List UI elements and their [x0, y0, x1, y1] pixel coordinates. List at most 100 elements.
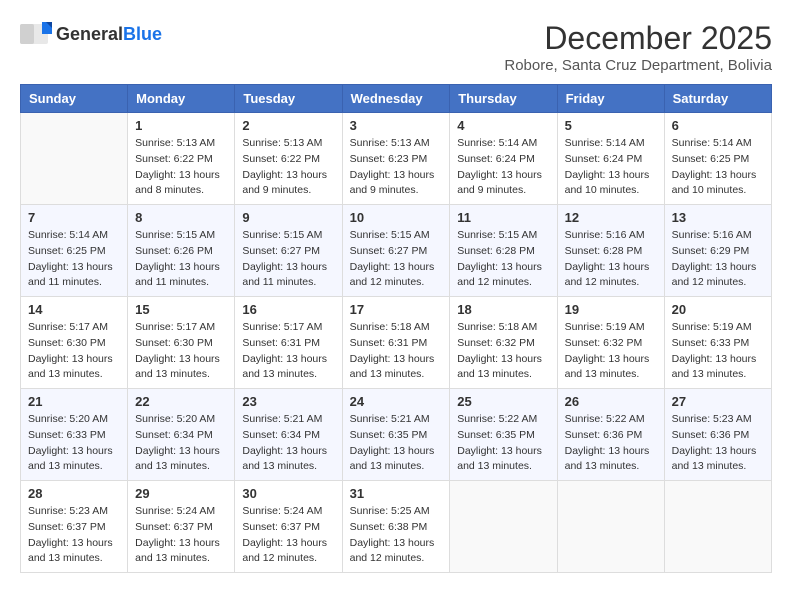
page-header: General Blue December 2025 Robore, Santa… — [20, 20, 772, 74]
day-info: Sunrise: 5:16 AMSunset: 6:29 PMDaylight:… — [672, 228, 764, 291]
day-number: 7 — [28, 210, 120, 225]
calendar-header-saturday: Saturday — [664, 85, 771, 113]
calendar-cell: 27 Sunrise: 5:23 AMSunset: 6:36 PMDayligh… — [664, 389, 771, 481]
month-title: December 2025 — [504, 20, 772, 57]
calendar-header-sunday: Sunday — [21, 85, 128, 113]
day-number: 14 — [28, 302, 120, 317]
day-info: Sunrise: 5:19 AMSunset: 6:32 PMDaylight:… — [565, 320, 657, 383]
calendar-cell: 30Sunrise: 5:24 AMSunset: 6:37 PMDayligh… — [235, 481, 342, 573]
day-info: Sunrise: 5:15 AMSunset: 6:26 PMDaylight:… — [135, 228, 227, 291]
calendar-cell: 2 Sunrise: 5:13 AMSunset: 6:22 PMDaylight… — [235, 113, 342, 205]
day-info: Sunrise: 5:18 AMSunset: 6:31 PMDaylight:… — [350, 320, 443, 383]
calendar-header-wednesday: Wednesday — [342, 85, 450, 113]
day-number: 13 — [672, 210, 764, 225]
day-info: Sunrise: 5:14 AMSunset: 6:24 PMDaylight:… — [457, 136, 549, 199]
day-info: Sunrise: 5:24 AMSunset: 6:37 PMDaylight:… — [135, 504, 227, 567]
logo-icon — [20, 20, 52, 48]
calendar-header-tuesday: Tuesday — [235, 85, 342, 113]
calendar-week-row: 1 Sunrise: 5:13 AMSunset: 6:22 PMDaylight… — [21, 113, 772, 205]
calendar-cell — [557, 481, 664, 573]
calendar-cell: 12Sunrise: 5:16 AMSunset: 6:28 PMDayligh… — [557, 205, 664, 297]
calendar-cell: 26 Sunrise: 5:22 AMSunset: 6:36 PMDayligh… — [557, 389, 664, 481]
calendar-cell: 11 Sunrise: 5:15 AMSunset: 6:28 PMDayligh… — [450, 205, 557, 297]
calendar-week-row: 21Sunrise: 5:20 AMSunset: 6:33 PMDayligh… — [21, 389, 772, 481]
day-number: 16 — [242, 302, 334, 317]
calendar-cell: 23Sunrise: 5:21 AMSunset: 6:34 PMDayligh… — [235, 389, 342, 481]
calendar-cell: 29 Sunrise: 5:24 AMSunset: 6:37 PMDayligh… — [128, 481, 235, 573]
day-number: 4 — [457, 118, 549, 133]
calendar-cell: 24 Sunrise: 5:21 AMSunset: 6:35 PMDayligh… — [342, 389, 450, 481]
calendar-header-thursday: Thursday — [450, 85, 557, 113]
day-number: 22 — [135, 394, 227, 409]
day-info: Sunrise: 5:23 AMSunset: 6:36 PMDaylight:… — [672, 412, 764, 475]
calendar-cell: 25Sunrise: 5:22 AMSunset: 6:35 PMDayligh… — [450, 389, 557, 481]
day-number: 20 — [672, 302, 764, 317]
calendar-cell: 19 Sunrise: 5:19 AMSunset: 6:32 PMDayligh… — [557, 297, 664, 389]
day-number: 27 — [672, 394, 764, 409]
day-number: 24 — [350, 394, 443, 409]
calendar-cell: 13 Sunrise: 5:16 AMSunset: 6:29 PMDayligh… — [664, 205, 771, 297]
day-info: Sunrise: 5:13 AMSunset: 6:22 PMDaylight:… — [135, 136, 227, 199]
day-number: 1 — [135, 118, 227, 133]
day-info: Sunrise: 5:14 AMSunset: 6:24 PMDaylight:… — [565, 136, 657, 199]
calendar-cell: 6 Sunrise: 5:14 AMSunset: 6:25 PMDaylight… — [664, 113, 771, 205]
calendar-cell: 10 Sunrise: 5:15 AMSunset: 6:27 PMDayligh… — [342, 205, 450, 297]
day-number: 15 — [135, 302, 227, 317]
day-number: 5 — [565, 118, 657, 133]
day-number: 10 — [350, 210, 443, 225]
calendar-cell: 31Sunrise: 5:25 AMSunset: 6:38 PMDayligh… — [342, 481, 450, 573]
day-info: Sunrise: 5:17 AMSunset: 6:30 PMDaylight:… — [28, 320, 120, 383]
calendar-body: 1 Sunrise: 5:13 AMSunset: 6:22 PMDaylight… — [21, 113, 772, 573]
day-info: Sunrise: 5:18 AMSunset: 6:32 PMDaylight:… — [457, 320, 549, 383]
day-number: 18 — [457, 302, 549, 317]
calendar-cell: 4 Sunrise: 5:14 AMSunset: 6:24 PMDaylight… — [450, 113, 557, 205]
day-number: 6 — [672, 118, 764, 133]
title-block: December 2025 Robore, Santa Cruz Departm… — [504, 20, 772, 74]
day-number: 26 — [565, 394, 657, 409]
calendar-header-friday: Friday — [557, 85, 664, 113]
calendar-header-monday: Monday — [128, 85, 235, 113]
day-info: Sunrise: 5:21 AMSunset: 6:34 PMDaylight:… — [242, 412, 334, 475]
day-info: Sunrise: 5:17 AMSunset: 6:30 PMDaylight:… — [135, 320, 227, 383]
day-number: 11 — [457, 210, 549, 225]
day-number: 29 — [135, 486, 227, 501]
calendar-cell: 1 Sunrise: 5:13 AMSunset: 6:22 PMDaylight… — [128, 113, 235, 205]
day-info: Sunrise: 5:17 AMSunset: 6:31 PMDaylight:… — [242, 320, 334, 383]
calendar-cell: 21Sunrise: 5:20 AMSunset: 6:33 PMDayligh… — [21, 389, 128, 481]
calendar-cell: 15 Sunrise: 5:17 AMSunset: 6:30 PMDayligh… — [128, 297, 235, 389]
day-number: 28 — [28, 486, 120, 501]
day-number: 19 — [565, 302, 657, 317]
day-info: Sunrise: 5:20 AMSunset: 6:34 PMDaylight:… — [135, 412, 227, 475]
calendar-cell: 5 Sunrise: 5:14 AMSunset: 6:24 PMDaylight… — [557, 113, 664, 205]
logo-blue-text: Blue — [123, 24, 162, 45]
calendar-cell: 3Sunrise: 5:13 AMSunset: 6:23 PMDaylight… — [342, 113, 450, 205]
day-info: Sunrise: 5:15 AMSunset: 6:27 PMDaylight:… — [350, 228, 443, 291]
calendar-table: SundayMondayTuesdayWednesdayThursdayFrid… — [20, 84, 772, 573]
calendar-cell: 28 Sunrise: 5:23 AMSunset: 6:37 PMDayligh… — [21, 481, 128, 573]
calendar-cell: 17 Sunrise: 5:18 AMSunset: 6:31 PMDayligh… — [342, 297, 450, 389]
day-info: Sunrise: 5:20 AMSunset: 6:33 PMDaylight:… — [28, 412, 120, 475]
calendar-week-row: 14 Sunrise: 5:17 AMSunset: 6:30 PMDayligh… — [21, 297, 772, 389]
day-info: Sunrise: 5:19 AMSunset: 6:33 PMDaylight:… — [672, 320, 764, 383]
day-info: Sunrise: 5:16 AMSunset: 6:28 PMDaylight:… — [565, 228, 657, 291]
logo: General Blue — [20, 20, 162, 48]
location-title: Robore, Santa Cruz Department, Bolivia — [504, 57, 772, 74]
calendar-cell: 8Sunrise: 5:15 AMSunset: 6:26 PMDaylight… — [128, 205, 235, 297]
day-info: Sunrise: 5:15 AMSunset: 6:28 PMDaylight:… — [457, 228, 549, 291]
calendar-cell: 22 Sunrise: 5:20 AMSunset: 6:34 PMDayligh… — [128, 389, 235, 481]
day-number: 31 — [350, 486, 443, 501]
day-number: 17 — [350, 302, 443, 317]
day-info: Sunrise: 5:14 AMSunset: 6:25 PMDaylight:… — [28, 228, 120, 291]
day-info: Sunrise: 5:15 AMSunset: 6:27 PMDaylight:… — [242, 228, 334, 291]
day-info: Sunrise: 5:23 AMSunset: 6:37 PMDaylight:… — [28, 504, 120, 567]
day-info: Sunrise: 5:13 AMSunset: 6:22 PMDaylight:… — [242, 136, 334, 199]
day-info: Sunrise: 5:21 AMSunset: 6:35 PMDaylight:… — [350, 412, 443, 475]
calendar-cell — [450, 481, 557, 573]
day-info: Sunrise: 5:22 AMSunset: 6:36 PMDaylight:… — [565, 412, 657, 475]
calendar-week-row: 7 Sunrise: 5:14 AMSunset: 6:25 PMDaylight… — [21, 205, 772, 297]
day-info: Sunrise: 5:14 AMSunset: 6:25 PMDaylight:… — [672, 136, 764, 199]
calendar-cell: 14 Sunrise: 5:17 AMSunset: 6:30 PMDayligh… — [21, 297, 128, 389]
calendar-week-row: 28 Sunrise: 5:23 AMSunset: 6:37 PMDayligh… — [21, 481, 772, 573]
day-number: 2 — [242, 118, 334, 133]
day-number: 30 — [242, 486, 334, 501]
